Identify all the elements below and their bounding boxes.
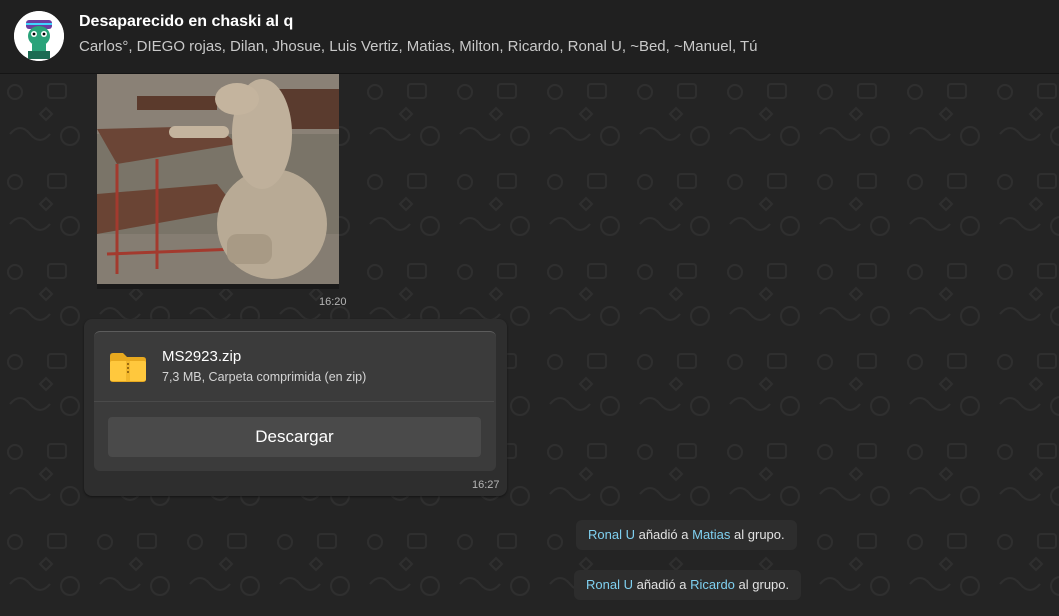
system-target[interactable]: Ricardo xyxy=(690,577,735,592)
file-meta: 7,3 MB, Carpeta comprimida (en zip) xyxy=(162,370,367,384)
folder-zip-icon xyxy=(109,352,147,382)
download-button[interactable]: Descargar xyxy=(108,417,481,457)
chat-title: Desaparecido en chaski al q xyxy=(79,13,294,30)
system-verb: añadió a xyxy=(636,577,687,592)
file-name: MS2923.zip xyxy=(162,348,242,365)
system-verb: añadió a xyxy=(638,527,689,542)
chat-members: Carlos°, DIEGO rojas, Dilan, Jhosue, Lui… xyxy=(79,38,758,55)
file-divider xyxy=(94,401,494,402)
system-suffix: al grupo. xyxy=(734,527,785,542)
system-actor[interactable]: Ronal U xyxy=(586,577,633,592)
system-message: Ronal U añadió a Matias al grupo. xyxy=(576,520,797,550)
system-target[interactable]: Matias xyxy=(692,527,730,542)
system-suffix: al grupo. xyxy=(738,577,790,592)
dog-photo xyxy=(97,74,339,289)
chat-header[interactable]: Desaparecido en chaski al q Carlos°, DIE… xyxy=(0,0,1059,74)
system-actor[interactable]: Ronal U xyxy=(588,527,635,542)
group-avatar-icon[interactable] xyxy=(14,11,64,61)
image-message[interactable] xyxy=(97,74,339,289)
file-attachment-card[interactable]: MS2923.zip 7,3 MB, Carpeta comprimida (e… xyxy=(94,331,496,471)
file-timestamp: 16:27 xyxy=(472,479,500,491)
chat-window: Desaparecido en chaski al q Carlos°, DIE… xyxy=(0,0,1059,616)
file-message[interactable]: MS2923.zip 7,3 MB, Carpeta comprimida (e… xyxy=(84,319,507,496)
image-timestamp: 16:20 xyxy=(319,296,347,308)
system-message: Ronal U añadió a Ricardo al grupo. xyxy=(574,570,802,600)
message-list[interactable]: 16:20 MS2923.zip 7,3 MB, Carpeta comprim… xyxy=(0,74,1059,616)
